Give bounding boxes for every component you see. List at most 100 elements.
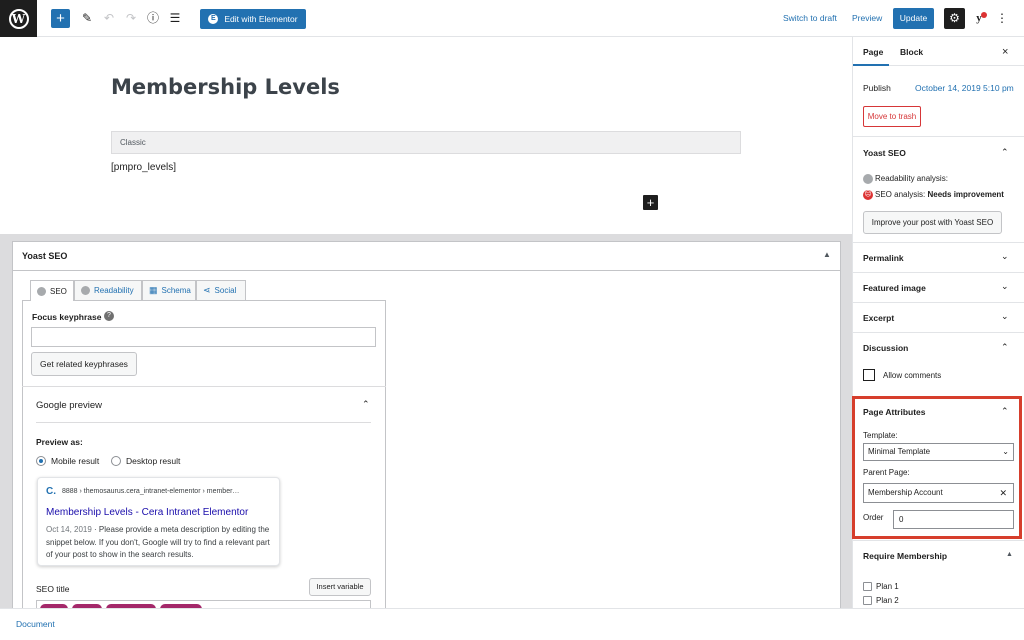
plan-2-checkbox[interactable] bbox=[863, 596, 872, 605]
redo-icon[interactable]: ↷ bbox=[123, 10, 139, 26]
sad-face-icon: ☹ bbox=[863, 190, 873, 200]
classic-block-toolbar[interactable]: Classic bbox=[111, 131, 741, 154]
parent-page-label: Parent Page: bbox=[863, 468, 910, 477]
elementor-icon: E bbox=[208, 14, 219, 24]
shortcode-content[interactable]: [pmpro_levels] bbox=[111, 162, 176, 173]
status-dot-icon bbox=[981, 12, 987, 18]
parent-page-value: Membership Account bbox=[868, 488, 943, 497]
allow-comments-checkbox[interactable] bbox=[863, 369, 875, 381]
insert-variable-button[interactable]: Insert variable bbox=[309, 578, 371, 596]
tab-schema[interactable]: ▦ Schema bbox=[142, 280, 196, 300]
order-label: Order bbox=[863, 513, 884, 522]
switch-to-draft-button[interactable]: Switch to draft bbox=[783, 13, 837, 23]
yoast-icon[interactable]: y bbox=[970, 9, 988, 28]
tab-schema-label: Schema bbox=[161, 286, 191, 295]
yoast-metabox-title: Yoast SEO bbox=[22, 251, 68, 261]
divider bbox=[22, 386, 386, 387]
preview-button[interactable]: Preview bbox=[852, 13, 882, 23]
tab-seo[interactable]: SEO bbox=[30, 280, 74, 301]
site-favicon-icon: C. bbox=[46, 486, 56, 497]
excerpt-panel-toggle[interactable]: Excerpt bbox=[863, 313, 894, 323]
require-membership-title[interactable]: Require Membership bbox=[863, 551, 947, 561]
parent-page-input[interactable]: Membership Account ✕ bbox=[863, 483, 1014, 503]
close-icon[interactable]: × bbox=[1002, 46, 1008, 58]
tab-block[interactable]: Block bbox=[900, 47, 923, 57]
list-view-icon[interactable]: ☰ bbox=[167, 10, 183, 26]
discussion-panel-toggle[interactable]: Discussion bbox=[863, 343, 908, 353]
plan-2-label[interactable]: Plan 2 bbox=[876, 596, 899, 605]
publish-label: Publish bbox=[863, 83, 891, 93]
edit-with-elementor-label: Edit with Elementor bbox=[224, 14, 298, 24]
preview-as-label: Preview as: bbox=[36, 437, 83, 447]
help-icon[interactable]: ? bbox=[104, 311, 114, 321]
chevron-down-icon[interactable]: ⌄ bbox=[1001, 311, 1009, 322]
clear-icon[interactable]: ✕ bbox=[999, 484, 1007, 502]
yoast-panel-toggle[interactable]: Yoast SEO bbox=[863, 148, 906, 158]
mobile-result-radio[interactable] bbox=[36, 456, 46, 466]
focus-keyphrase-input[interactable] bbox=[31, 327, 376, 347]
featured-image-panel-toggle[interactable]: Featured image bbox=[863, 283, 926, 293]
tab-readability-label: Readability bbox=[94, 286, 134, 295]
move-to-trash-button[interactable]: Move to trash bbox=[863, 106, 921, 127]
update-button[interactable]: Update bbox=[893, 8, 934, 29]
add-block-button[interactable]: + bbox=[51, 9, 70, 28]
breadcrumb[interactable]: Document bbox=[16, 619, 55, 629]
snippet-description: Oct 14, 2019 · Please provide a meta des… bbox=[46, 524, 274, 562]
snippet-date: Oct 14, 2019 bbox=[46, 525, 92, 534]
divider bbox=[853, 332, 1024, 333]
plan-1-label[interactable]: Plan 1 bbox=[876, 582, 899, 591]
divider bbox=[853, 136, 1024, 137]
info-icon[interactable]: ⓘ bbox=[145, 10, 161, 26]
wordpress-logo-icon[interactable]: W bbox=[0, 0, 37, 37]
snippet-url: 8888 › themosaurus.cera_intranet-element… bbox=[62, 488, 240, 495]
mobile-result-label[interactable]: Mobile result bbox=[51, 456, 99, 466]
tab-social[interactable]: ⋖ Social bbox=[196, 280, 246, 300]
seo-title-label: SEO title bbox=[36, 584, 70, 594]
chevron-down-icon: ⌄ bbox=[1002, 447, 1009, 456]
share-icon: ⋖ bbox=[203, 285, 211, 295]
tab-page[interactable]: Page bbox=[863, 47, 883, 57]
chevron-down-icon[interactable]: ⌄ bbox=[1001, 281, 1009, 292]
tab-social-label: Social bbox=[214, 286, 237, 295]
chevron-up-icon[interactable]: ⌃ bbox=[1001, 406, 1009, 417]
page-attributes-panel-toggle[interactable]: Page Attributes bbox=[863, 407, 926, 417]
edit-with-elementor-button[interactable]: E Edit with Elementor bbox=[200, 9, 306, 29]
collapse-arrow-icon[interactable]: ▲ bbox=[1006, 551, 1013, 558]
chevron-down-icon[interactable]: ⌄ bbox=[1001, 251, 1009, 262]
chevron-up-icon[interactable]: ⌃ bbox=[1001, 342, 1009, 353]
chevron-up-icon[interactable]: ⌃ bbox=[1001, 147, 1009, 158]
publish-date-link[interactable]: October 14, 2019 5:10 pm bbox=[915, 83, 1014, 93]
divider bbox=[853, 302, 1024, 303]
desktop-result-label[interactable]: Desktop result bbox=[126, 456, 180, 466]
tab-readability[interactable]: Readability bbox=[74, 280, 142, 300]
yoast-metabox-header[interactable] bbox=[12, 241, 841, 271]
seo-analysis-prefix: SEO analysis: bbox=[875, 190, 928, 199]
plan-1-checkbox[interactable] bbox=[863, 582, 872, 591]
desktop-result-radio[interactable] bbox=[111, 456, 121, 466]
allow-comments-label[interactable]: Allow comments bbox=[883, 371, 941, 380]
post-title[interactable]: Membership Levels bbox=[111, 75, 340, 99]
improve-with-yoast-button[interactable]: Improve your post with Yoast SEO bbox=[863, 211, 1002, 234]
active-tab-indicator bbox=[853, 64, 889, 66]
more-options-icon[interactable]: ⋮ bbox=[996, 10, 1008, 26]
template-select[interactable]: Minimal Template ⌄ bbox=[863, 443, 1014, 461]
order-input[interactable]: 0 bbox=[893, 510, 1014, 529]
grid-icon: ▦ bbox=[149, 285, 158, 295]
readability-analysis-label: Readability analysis: bbox=[875, 174, 948, 183]
gray-dot-icon bbox=[37, 286, 46, 296]
get-related-keyphrases-button[interactable]: Get related keyphrases bbox=[31, 352, 137, 376]
google-preview-toggle[interactable]: Google preview bbox=[36, 400, 102, 411]
undo-icon[interactable]: ↶ bbox=[101, 10, 117, 26]
focus-keyphrase-label: Focus keyphrase bbox=[32, 312, 102, 322]
pencil-icon[interactable]: ✎ bbox=[79, 10, 95, 26]
seo-analysis-label: SEO analysis: Needs improvement bbox=[875, 190, 1004, 199]
divider bbox=[853, 242, 1024, 243]
inline-add-block-button[interactable]: + bbox=[643, 195, 658, 210]
gear-icon[interactable]: ⚙ bbox=[944, 8, 965, 29]
template-label: Template: bbox=[863, 431, 898, 440]
chevron-up-icon[interactable]: ⌃ bbox=[362, 399, 370, 410]
snippet-title: Membership Levels - Cera Intranet Elemen… bbox=[46, 507, 249, 518]
collapse-arrow-icon[interactable]: ▲ bbox=[823, 250, 831, 259]
editor-footer bbox=[0, 608, 1024, 640]
permalink-panel-toggle[interactable]: Permalink bbox=[863, 253, 904, 263]
